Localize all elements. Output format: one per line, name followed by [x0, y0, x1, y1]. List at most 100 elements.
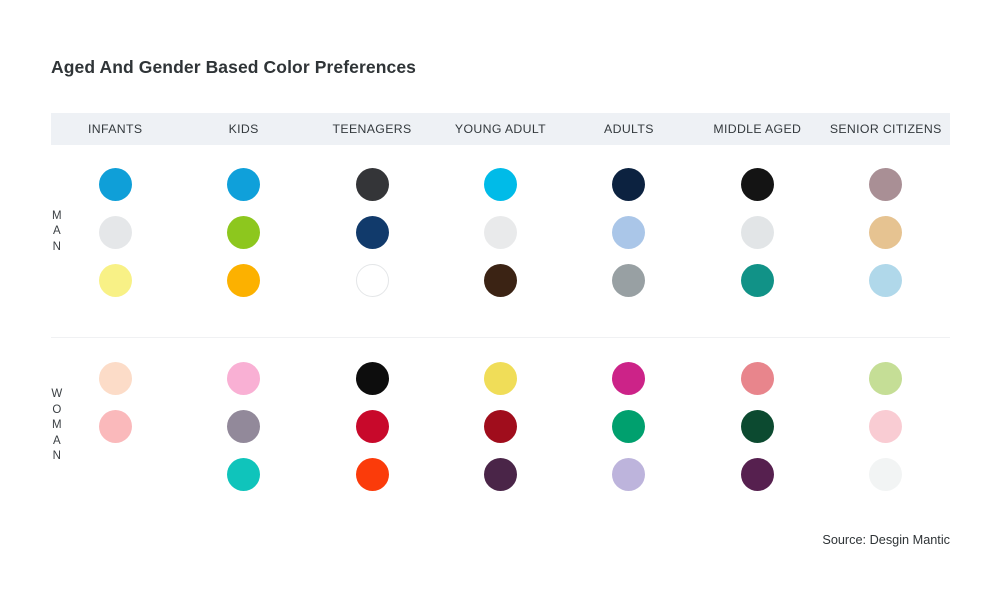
swatch-cell	[612, 256, 646, 304]
color-swatch[interactable]	[612, 215, 646, 249]
color-swatch[interactable]	[355, 263, 389, 297]
swatch-cell	[227, 402, 261, 450]
color-swatch[interactable]	[98, 215, 132, 249]
color-swatch[interactable]	[98, 167, 132, 201]
color-swatch[interactable]	[612, 167, 646, 201]
color-swatch[interactable]	[98, 263, 132, 297]
swatch-cell	[227, 256, 261, 304]
swatch-column	[822, 354, 950, 498]
row-group-divider	[51, 337, 950, 338]
swatch-cell	[740, 354, 774, 402]
source-note: Source: Desgin Mantic	[822, 533, 950, 547]
swatch-column	[822, 160, 950, 304]
swatch-cell	[98, 402, 132, 450]
color-swatch[interactable]	[355, 409, 389, 443]
color-swatch[interactable]	[869, 361, 903, 395]
swatch-column	[308, 354, 436, 498]
swatch-cell	[227, 160, 261, 208]
swatch-cell	[355, 402, 389, 450]
swatch-cell	[483, 208, 517, 256]
color-swatch[interactable]	[99, 458, 132, 491]
color-swatch[interactable]	[740, 263, 774, 297]
swatch-column	[308, 160, 436, 304]
swatch-cell	[227, 354, 261, 402]
color-swatch[interactable]	[483, 215, 517, 249]
swatch-column	[179, 354, 307, 498]
swatch-cell	[98, 256, 132, 304]
swatch-cell	[869, 354, 903, 402]
gender-label-letter: A	[52, 225, 62, 238]
color-swatch[interactable]	[740, 215, 774, 249]
swatch-cell	[355, 354, 389, 402]
swatch-cell	[355, 450, 389, 498]
swatch-cell	[355, 160, 389, 208]
column-header: KIDS	[228, 122, 259, 136]
color-swatch[interactable]	[483, 409, 517, 443]
swatch-cell	[98, 160, 132, 208]
color-swatch[interactable]	[612, 409, 646, 443]
gender-row-label: MAN	[45, 160, 69, 304]
color-swatch[interactable]	[483, 167, 517, 201]
gender-label-letter: N	[52, 450, 62, 463]
color-swatch[interactable]	[227, 167, 261, 201]
swatch-column	[693, 160, 821, 304]
color-swatch[interactable]	[869, 167, 903, 201]
swatch-column	[565, 160, 693, 304]
color-swatch[interactable]	[227, 457, 261, 491]
color-swatch[interactable]	[355, 457, 389, 491]
swatch-cell	[227, 450, 261, 498]
color-swatch[interactable]	[227, 215, 261, 249]
color-swatch[interactable]	[740, 167, 774, 201]
swatch-matrix: MANWOMAN	[51, 160, 950, 498]
swatch-cell	[612, 208, 646, 256]
swatch-cell	[355, 208, 389, 256]
swatch-cell	[355, 256, 389, 304]
color-swatch[interactable]	[98, 361, 132, 395]
color-swatch[interactable]	[483, 361, 517, 395]
column-header: TEENAGERS	[332, 122, 412, 136]
color-swatch[interactable]	[227, 361, 261, 395]
column-header: INFANTS	[88, 122, 143, 136]
swatch-column	[179, 160, 307, 304]
color-swatch[interactable]	[612, 263, 646, 297]
swatch-column	[565, 354, 693, 498]
color-swatch[interactable]	[355, 361, 389, 395]
gender-label-letter: M	[52, 209, 62, 222]
color-swatch[interactable]	[227, 409, 261, 443]
swatch-column	[436, 354, 564, 498]
color-swatch[interactable]	[355, 215, 389, 249]
color-swatch[interactable]	[869, 409, 903, 443]
gender-row-group: MAN	[51, 160, 950, 304]
swatch-cell	[483, 160, 517, 208]
color-swatch[interactable]	[740, 457, 774, 491]
column-header: YOUNG ADULT	[454, 122, 547, 136]
gender-row-group: WOMAN	[51, 354, 950, 498]
color-swatch[interactable]	[483, 457, 517, 491]
swatch-cell	[740, 402, 774, 450]
swatch-cell	[869, 160, 903, 208]
gender-label-letter: M	[52, 419, 62, 432]
column-header: MIDDLE AGED	[713, 122, 802, 136]
swatch-grid	[51, 160, 950, 304]
swatch-cell	[483, 256, 517, 304]
color-swatch[interactable]	[483, 263, 517, 297]
color-swatch[interactable]	[740, 409, 774, 443]
gender-row-label: WOMAN	[45, 354, 69, 498]
gender-label-letter: W	[51, 388, 63, 401]
column-header: SENIOR CITIZENS	[829, 122, 942, 136]
swatch-cell	[740, 208, 774, 256]
color-swatch[interactable]	[98, 409, 132, 443]
color-swatch[interactable]	[612, 457, 646, 491]
color-swatch[interactable]	[227, 263, 261, 297]
color-swatch[interactable]	[740, 361, 774, 395]
color-swatch[interactable]	[869, 215, 903, 249]
swatch-cell	[98, 354, 132, 402]
chart-canvas: Aged And Gender Based Color Preferences …	[0, 0, 1000, 600]
swatch-cell	[612, 402, 646, 450]
color-swatch[interactable]	[612, 361, 646, 395]
color-swatch[interactable]	[869, 457, 903, 491]
color-swatch[interactable]	[869, 263, 903, 297]
color-swatch[interactable]	[355, 167, 389, 201]
swatch-cell	[98, 208, 132, 256]
swatch-cell	[740, 450, 774, 498]
